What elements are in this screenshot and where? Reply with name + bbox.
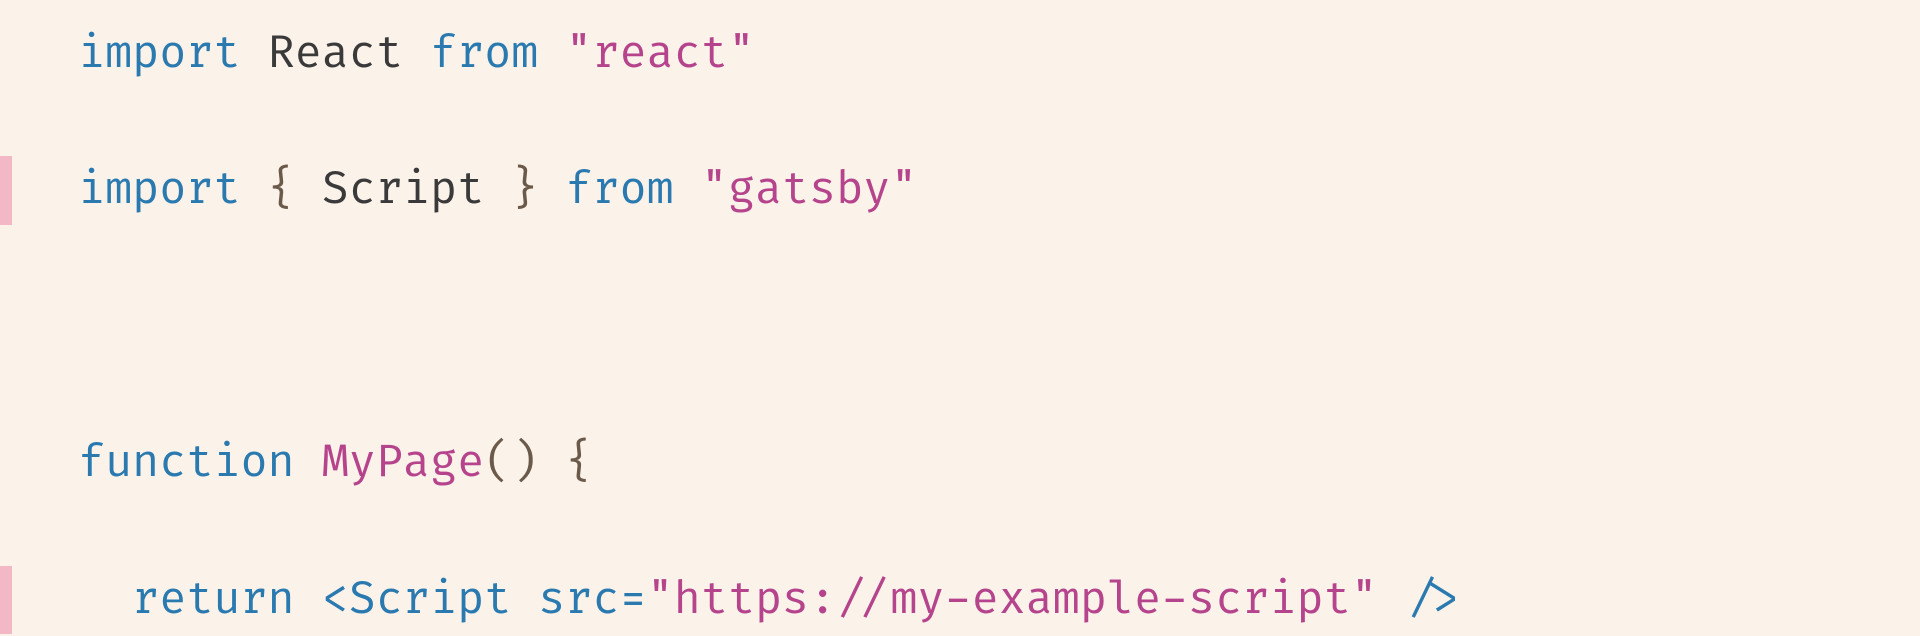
code-token [674,162,701,217]
code-token [78,572,132,627]
code-token: "react" [565,26,755,81]
code-token: ( [484,435,511,490]
code-token: { [268,162,295,217]
code-block: import React from "react" import { Scrip… [0,0,1920,636]
code-token: import [78,162,240,217]
code-token: import [78,26,240,81]
code-token: Script [349,572,511,627]
code-token [538,162,565,217]
code-token [538,435,565,490]
code-line [78,293,1920,361]
code-line: import React from "react" [78,20,1920,88]
code-token: { [565,435,592,490]
code-token: function [78,435,295,490]
code-token [484,162,511,217]
code-token: from [565,162,673,217]
code-token: "https://my-example-script" [647,572,1378,627]
code-token [1378,572,1405,627]
code-token [295,572,322,627]
code-token [295,162,322,217]
code-token: = [620,572,647,627]
code-token: "gatsby" [701,162,918,217]
code-token [295,435,322,490]
code-token: < [322,572,349,627]
code-line: function MyPage() { [78,429,1920,497]
code-token [240,26,267,81]
code-token [240,162,267,217]
code-token: } [511,162,538,217]
code-token: React [268,26,403,81]
code-token: Script [322,162,484,217]
code-token: from [430,26,538,81]
code-token [78,299,105,354]
code-token [511,572,538,627]
code-token: /> [1405,572,1459,627]
code-token: return [132,572,294,627]
code-token: src [538,572,619,627]
code-line-highlighted: import { Script } from "gatsby" [78,156,1920,224]
code-token: ) [511,435,538,490]
code-token [403,26,430,81]
code-line-highlighted: return <Script src="https://my-example-s… [78,566,1920,634]
code-token [538,26,565,81]
code-token: MyPage [322,435,484,490]
